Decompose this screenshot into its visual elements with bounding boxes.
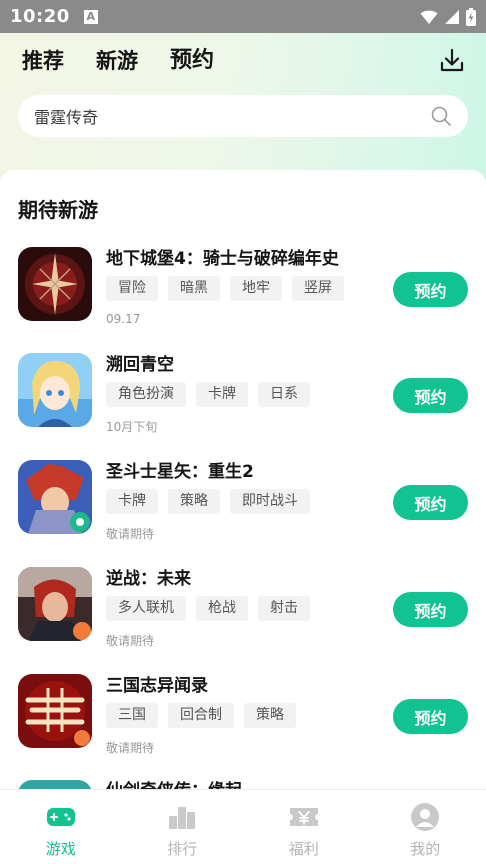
bottom-nav: 游戏 排行 福利 我的: [0, 789, 486, 864]
game-tags: 角色扮演 卡牌 日系: [106, 382, 310, 407]
game-icon[interactable]: [18, 247, 92, 321]
game-list-item[interactable]: 逆战：未来 多人联机 枪战 射击 敬请期待 预约: [0, 564, 486, 664]
game-list-item[interactable]: 溯回青空 角色扮演 卡牌 日系 10月下旬 预约: [0, 350, 486, 450]
game-list-item[interactable]: 三国志异闻录 三国 回合制 策略 敬请期待 预约: [0, 671, 486, 771]
search-icon[interactable]: [430, 105, 452, 127]
release-date: 09.17: [106, 312, 141, 326]
nav-label: 游戏: [45, 840, 76, 858]
nav-label: 排行: [167, 840, 198, 858]
game-list-panel: 期待新游 地下城堡4：骑士与破碎编年史 冒险 暗黑 地牢 竖屏 09.17 预约: [0, 170, 486, 810]
game-tag: 卡牌: [106, 489, 158, 514]
release-date: 敬请期待: [106, 741, 155, 755]
nav-profile[interactable]: 我的: [365, 790, 486, 864]
notification-badge: A: [83, 9, 98, 24]
nav-games[interactable]: 游戏: [0, 790, 122, 864]
ticket-icon: [289, 808, 318, 826]
game-list-item[interactable]: 地下城堡4：骑士与破碎编年史 冒险 暗黑 地牢 竖屏 09.17 预约: [0, 244, 486, 344]
tab-reservation[interactable]: 预约: [170, 46, 215, 78]
game-tag: 竖屏: [292, 276, 344, 301]
game-icon[interactable]: [18, 674, 92, 748]
status-icons: [420, 7, 476, 26]
game-name: 溯回青空: [106, 355, 174, 375]
game-tag: 角色扮演: [106, 382, 186, 407]
search-bar[interactable]: 雷霆传奇: [18, 95, 468, 137]
reserve-button[interactable]: 预约: [393, 485, 468, 520]
game-icon[interactable]: [18, 567, 92, 641]
game-name: 地下城堡4：骑士与破碎编年史: [106, 249, 339, 269]
game-list-item[interactable]: 圣斗士星矢：重生2 卡牌 策略 即时战斗 敬请期待 预约: [0, 457, 486, 557]
reserve-button[interactable]: 预约: [393, 272, 468, 307]
nav-welfare[interactable]: 福利: [243, 790, 365, 864]
game-tag: 策略: [244, 703, 296, 728]
wifi-icon: [420, 10, 438, 24]
game-tag: 策略: [168, 489, 220, 514]
nav-ranking[interactable]: 排行: [122, 790, 244, 864]
game-name: 圣斗士星矢：重生2: [106, 462, 254, 482]
ranking-icon: [169, 807, 196, 829]
game-tag: 地牢: [230, 276, 282, 301]
status-time: 10:20: [10, 6, 70, 27]
search-input[interactable]: 雷霆传奇: [34, 104, 98, 128]
battery-charging-icon: [466, 7, 476, 26]
game-tag: 多人联机: [106, 596, 186, 621]
game-tag: 冒险: [106, 276, 158, 301]
signal-icon: [445, 9, 459, 24]
release-date: 敬请期待: [106, 634, 155, 648]
game-tags: 多人联机 枪战 射击: [106, 596, 310, 621]
nav-label: 我的: [410, 840, 441, 858]
game-tags: 冒险 暗黑 地牢 竖屏: [106, 276, 344, 301]
top-tabs: 推荐 新游 预约: [22, 46, 215, 78]
reserve-button[interactable]: 预约: [393, 699, 468, 734]
tab-new-games[interactable]: 新游: [96, 46, 138, 78]
game-tag: 即时战斗: [230, 489, 310, 514]
game-tag: 射击: [258, 596, 310, 621]
game-icon[interactable]: [18, 353, 92, 427]
download-icon[interactable]: [438, 47, 466, 75]
game-icon[interactable]: [18, 460, 92, 534]
profile-icon: [411, 803, 440, 831]
game-tag: 枪战: [196, 596, 248, 621]
game-tag: 三国: [106, 703, 158, 728]
reserve-button[interactable]: 预约: [393, 378, 468, 413]
game-tags: 三国 回合制 策略: [106, 703, 296, 728]
release-date: 敬请期待: [106, 527, 155, 541]
game-name: 逆战：未来: [106, 569, 191, 589]
release-date: 10月下旬: [106, 420, 158, 434]
game-tag: 回合制: [168, 703, 234, 728]
gamepad-icon: [46, 808, 75, 826]
game-tags: 卡牌 策略 即时战斗: [106, 489, 310, 514]
game-tag: 日系: [258, 382, 310, 407]
section-title: 期待新游: [18, 198, 98, 222]
reserve-button[interactable]: 预约: [393, 592, 468, 627]
nav-label: 福利: [288, 840, 319, 858]
game-tag: 卡牌: [196, 382, 248, 407]
tab-recommend[interactable]: 推荐: [22, 46, 64, 78]
game-name: 三国志异闻录: [106, 676, 208, 696]
game-tag: 暗黑: [168, 276, 220, 301]
status-bar: 10:20 A: [0, 0, 486, 33]
